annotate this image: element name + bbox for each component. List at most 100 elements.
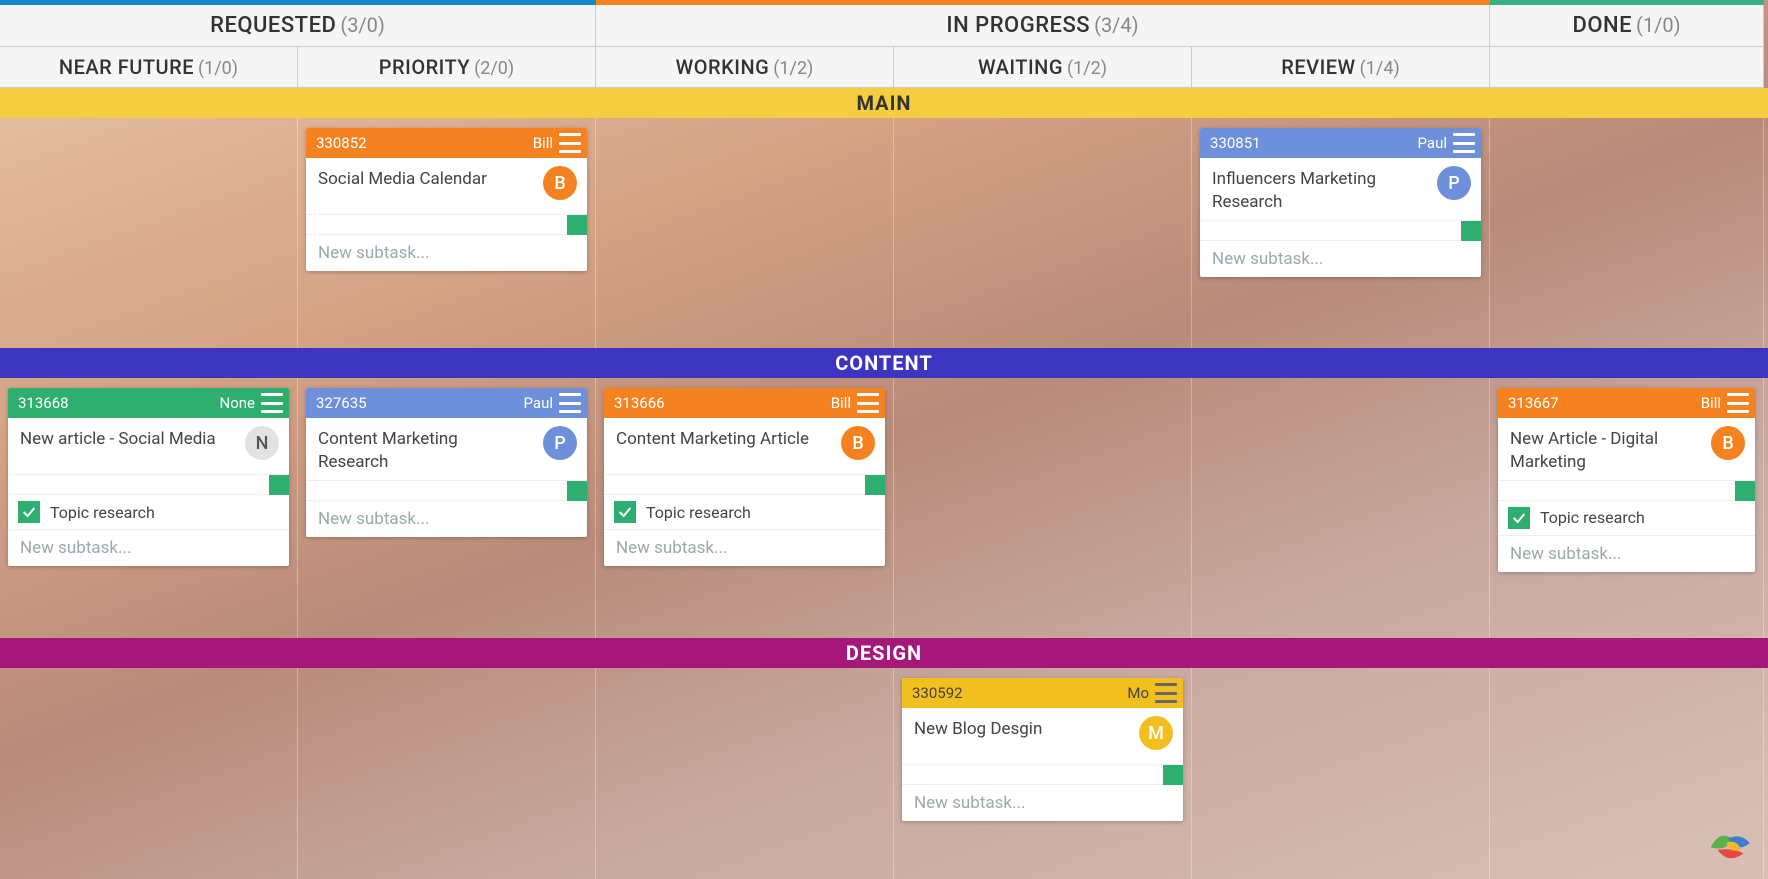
cell-design-waiting[interactable]: 330592 Mo New Blog Desgin M New subtask.…	[894, 668, 1192, 879]
card-status-row	[604, 474, 885, 494]
column-count: (3/4)	[1094, 13, 1139, 37]
card-313666[interactable]: 313666 Bill Content Marketing Article B …	[604, 388, 885, 566]
card-header: 313667 Bill	[1498, 388, 1755, 418]
new-subtask-input[interactable]: New subtask...	[8, 529, 289, 566]
new-subtask-input[interactable]: New subtask...	[1200, 240, 1481, 277]
card-body: Content Marketing Research P	[306, 418, 587, 480]
card-header: 330592 Mo	[902, 678, 1183, 708]
subcolumn-count: (1/4)	[1360, 58, 1400, 79]
card-330592[interactable]: 330592 Mo New Blog Desgin M New subtask.…	[902, 678, 1183, 821]
card-327635[interactable]: 327635 Paul Content Marketing Research P…	[306, 388, 587, 537]
card-body: Influencers Marketing Research P	[1200, 158, 1481, 220]
avatar[interactable]: B	[841, 426, 875, 460]
column-done[interactable]: DONE (1/0)	[1490, 5, 1764, 47]
swimlane-design-header[interactable]: DESIGN	[0, 638, 1768, 668]
new-subtask-input[interactable]: New subtask...	[1498, 535, 1755, 572]
avatar[interactable]: B	[1711, 426, 1745, 460]
hamburger-icon[interactable]	[1727, 393, 1749, 413]
subtask-row[interactable]: Topic research	[1498, 500, 1755, 535]
card-status-row	[306, 480, 587, 500]
avatar[interactable]: P	[1437, 166, 1471, 200]
subcolumn-priority[interactable]: PRIORITY (2/0)	[298, 47, 596, 88]
card-id: 330851	[1210, 134, 1261, 152]
avatar[interactable]: P	[543, 426, 577, 460]
status-chip[interactable]	[865, 475, 885, 495]
status-chip[interactable]	[567, 481, 587, 501]
avatar[interactable]: B	[543, 166, 577, 200]
subcolumn-waiting[interactable]: WAITING (1/2)	[894, 47, 1192, 88]
card-assignee: Paul	[1418, 134, 1447, 152]
subcolumn-count: (1/2)	[1067, 58, 1107, 79]
card-header: 313666 Bill	[604, 388, 885, 418]
cell-main-review[interactable]: 330851 Paul Influencers Marketing Resear…	[1192, 118, 1490, 348]
card-330852[interactable]: 330852 Bill Social Media Calendar B New …	[306, 128, 587, 271]
column-count: (1/0)	[1636, 13, 1681, 37]
card-title: New Blog Desgin	[914, 718, 1127, 741]
hamburger-icon[interactable]	[261, 393, 283, 413]
subcolumn-label: WAITING	[978, 55, 1063, 79]
card-title: Social Media Calendar	[318, 168, 531, 191]
card-id: 313668	[18, 394, 69, 412]
new-subtask-input[interactable]: New subtask...	[902, 784, 1183, 821]
subcolumn-working[interactable]: WORKING (1/2)	[596, 47, 894, 88]
cell-main-near-future[interactable]	[0, 118, 298, 348]
hamburger-icon[interactable]	[559, 393, 581, 413]
cell-content-near-future[interactable]: 313668 None New article - Social Media N…	[0, 378, 298, 638]
card-status-row	[1200, 220, 1481, 240]
hamburger-icon[interactable]	[559, 133, 581, 153]
new-subtask-input[interactable]: New subtask...	[306, 500, 587, 537]
card-313668[interactable]: 313668 None New article - Social Media N…	[8, 388, 289, 566]
cell-content-review[interactable]	[1192, 378, 1490, 638]
cell-content-waiting[interactable]	[894, 378, 1192, 638]
cell-content-done[interactable]: 313667 Bill New Article - Digital Market…	[1490, 378, 1764, 638]
column-in-progress[interactable]: IN PROGRESS (3/4)	[596, 5, 1490, 47]
hamburger-icon[interactable]	[1155, 683, 1177, 703]
subcolumn-label: NEAR FUTURE	[59, 55, 194, 79]
status-chip[interactable]	[1735, 481, 1755, 501]
card-assignee: Bill	[533, 134, 553, 152]
cell-main-done[interactable]	[1490, 118, 1764, 348]
brand-logo-icon	[1702, 817, 1754, 869]
subcolumn-count: (1/0)	[198, 58, 238, 79]
swimlane-content-header[interactable]: CONTENT	[0, 348, 1768, 378]
cell-main-working[interactable]	[596, 118, 894, 348]
new-subtask-input[interactable]: New subtask...	[604, 529, 885, 566]
subcolumn-review[interactable]: REVIEW (1/4)	[1192, 47, 1490, 88]
card-id: 330852	[316, 134, 367, 152]
subcolumn-near-future[interactable]: NEAR FUTURE (1/0)	[0, 47, 298, 88]
card-330851[interactable]: 330851 Paul Influencers Marketing Resear…	[1200, 128, 1481, 277]
swimlane-main-header[interactable]: MAIN	[0, 88, 1768, 118]
subtask-row[interactable]: Topic research	[604, 494, 885, 529]
avatar[interactable]: N	[245, 426, 279, 460]
cell-main-waiting[interactable]	[894, 118, 1192, 348]
new-subtask-input[interactable]: New subtask...	[306, 234, 587, 271]
cell-design-priority[interactable]	[298, 668, 596, 879]
status-chip[interactable]	[567, 215, 587, 235]
card-body: New Article - Digital Marketing B	[1498, 418, 1755, 480]
checkbox-icon[interactable]	[1508, 507, 1530, 529]
cell-design-review[interactable]	[1192, 668, 1490, 879]
hamburger-icon[interactable]	[857, 393, 879, 413]
status-chip[interactable]	[1461, 221, 1481, 241]
subcolumn-count: (1/2)	[773, 58, 813, 79]
checkbox-icon[interactable]	[614, 501, 636, 523]
avatar[interactable]: M	[1139, 716, 1173, 750]
status-chip[interactable]	[269, 475, 289, 495]
cell-design-near-future[interactable]	[0, 668, 298, 879]
card-header: 330852 Bill	[306, 128, 587, 158]
checkbox-icon[interactable]	[18, 501, 40, 523]
card-313667[interactable]: 313667 Bill New Article - Digital Market…	[1498, 388, 1755, 572]
cell-design-working[interactable]	[596, 668, 894, 879]
card-assignee: Bill	[1701, 394, 1721, 412]
swimlane-label: MAIN	[856, 91, 911, 115]
card-status-row	[306, 214, 587, 234]
cell-main-priority[interactable]: 330852 Bill Social Media Calendar B New …	[298, 118, 596, 348]
cell-content-priority[interactable]: 327635 Paul Content Marketing Research P…	[298, 378, 596, 638]
status-chip[interactable]	[1163, 765, 1183, 785]
hamburger-icon[interactable]	[1453, 133, 1475, 153]
card-header: 330851 Paul	[1200, 128, 1481, 158]
subtask-row[interactable]: Topic research	[8, 494, 289, 529]
cell-content-working[interactable]: 313666 Bill Content Marketing Article B …	[596, 378, 894, 638]
column-requested[interactable]: REQUESTED (3/0)	[0, 5, 596, 47]
card-id: 330592	[912, 684, 963, 702]
